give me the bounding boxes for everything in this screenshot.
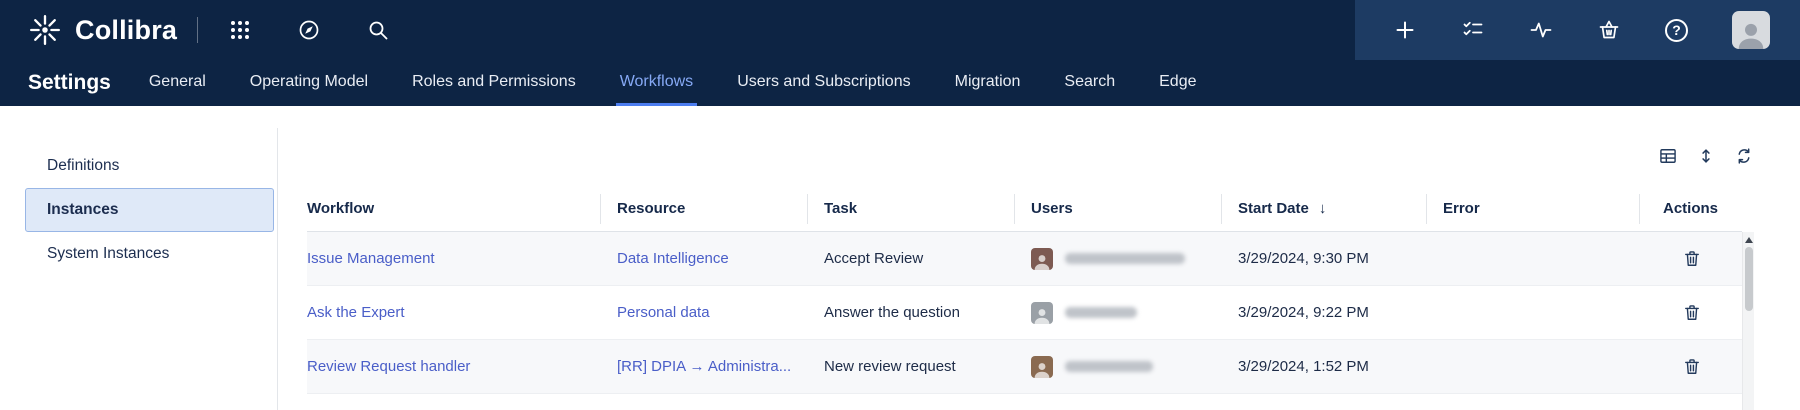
column-header-workflow[interactable]: Workflow — [307, 194, 601, 224]
help-glyph: ? — [1665, 19, 1688, 42]
column-header-task[interactable]: Task — [808, 194, 1015, 224]
table-toolbar — [307, 138, 1754, 174]
topbar-divider — [197, 17, 198, 43]
delete-instance-button[interactable] — [1682, 249, 1702, 269]
topbar-utility-panel: ? — [1355, 0, 1800, 60]
vertical-scrollbar[interactable] — [1742, 232, 1754, 410]
user-avatar — [1031, 356, 1053, 378]
table-row: Review Request handler [RR] DPIA → Admin… — [307, 340, 1742, 394]
topbar: Collibra — [0, 0, 1800, 60]
user-avatar — [1031, 302, 1053, 324]
resource-link[interactable]: Data Intelligence — [601, 250, 808, 267]
user-name-redacted — [1065, 361, 1153, 372]
users-cell — [1015, 302, 1222, 324]
user-avatar — [1031, 248, 1053, 270]
basket-icon[interactable] — [1597, 18, 1621, 42]
collibra-logo-icon[interactable] — [28, 13, 62, 47]
scrollbar-up-arrow-icon[interactable] — [1745, 237, 1753, 243]
tab-workflows[interactable]: Workflows — [616, 60, 698, 106]
resource-link[interactable]: Personal data — [601, 304, 808, 321]
tasks-checklist-icon[interactable] — [1461, 18, 1485, 42]
tab-edge[interactable]: Edge — [1155, 60, 1200, 106]
tab-operating-model[interactable]: Operating Model — [246, 60, 372, 106]
column-header-error[interactable]: Error — [1427, 194, 1640, 224]
users-cell — [1015, 356, 1222, 378]
actions-cell — [1640, 357, 1742, 377]
start-date-cell: 3/29/2024, 1:52 PM — [1222, 358, 1427, 375]
compass-icon[interactable] — [297, 18, 321, 42]
column-header-start-date[interactable]: Start Date ↓ — [1222, 194, 1427, 224]
apps-grid-icon[interactable] — [228, 18, 252, 42]
delete-instance-button[interactable] — [1682, 303, 1702, 323]
user-name-redacted — [1065, 253, 1185, 264]
page-title: Settings — [28, 60, 111, 106]
instances-content: Workflow Resource Task Users Start Date … — [278, 128, 1800, 410]
help-icon[interactable]: ? — [1665, 19, 1688, 42]
table-view-icon[interactable] — [1658, 146, 1678, 166]
user-avatar[interactable] — [1732, 11, 1770, 49]
column-header-actions: Actions — [1640, 194, 1742, 224]
instances-table: Workflow Resource Task Users Start Date … — [307, 186, 1754, 394]
main-area: Definitions Instances System Instances — [0, 106, 1800, 410]
workflow-link[interactable]: Review Request handler — [307, 358, 601, 375]
workflow-link[interactable]: Ask the Expert — [307, 304, 601, 321]
start-date-label: Start Date — [1238, 200, 1309, 217]
task-cell: Accept Review — [808, 250, 1015, 267]
settings-nav-bar: Settings General Operating Model Roles a… — [0, 60, 1800, 106]
tab-roles-and-permissions[interactable]: Roles and Permissions — [408, 60, 580, 106]
column-header-resource[interactable]: Resource — [601, 194, 808, 224]
topbar-left: Collibra — [0, 0, 390, 60]
delete-instance-button[interactable] — [1682, 357, 1702, 377]
sidebar-item-instances[interactable]: Instances — [25, 188, 274, 232]
sort-desc-icon: ↓ — [1319, 200, 1327, 217]
table-header-row: Workflow Resource Task Users Start Date … — [307, 186, 1742, 232]
add-icon[interactable] — [1393, 18, 1417, 42]
table-row: Ask the Expert Personal data Answer the … — [307, 286, 1742, 340]
search-icon[interactable] — [366, 18, 390, 42]
refresh-icon[interactable] — [1734, 146, 1754, 166]
tab-general[interactable]: General — [145, 60, 210, 106]
sort-height-icon[interactable] — [1696, 146, 1716, 166]
sidebar-item-definitions[interactable]: Definitions — [25, 144, 274, 188]
workflow-link[interactable]: Issue Management — [307, 250, 601, 267]
actions-cell — [1640, 303, 1742, 323]
sidebar-item-system-instances[interactable]: System Instances — [25, 232, 274, 276]
brand-title: Collibra — [75, 15, 177, 46]
task-cell: New review request — [808, 358, 1015, 375]
user-name-redacted — [1065, 307, 1137, 318]
scrollbar-thumb[interactable] — [1745, 247, 1753, 311]
task-cell: Answer the question — [808, 304, 1015, 321]
actions-cell — [1640, 249, 1742, 269]
tab-migration[interactable]: Migration — [951, 60, 1025, 106]
table-row: Issue Management Data Intelligence Accep… — [307, 232, 1742, 286]
topbar-nav — [228, 18, 390, 42]
sidebar: Definitions Instances System Instances — [0, 128, 278, 410]
tab-users-and-subscriptions[interactable]: Users and Subscriptions — [733, 60, 914, 106]
activity-pulse-icon[interactable] — [1529, 18, 1553, 42]
tab-search[interactable]: Search — [1060, 60, 1119, 106]
column-header-users[interactable]: Users — [1015, 194, 1222, 224]
resource-link[interactable]: [RR] DPIA → Administra... — [601, 358, 808, 375]
start-date-cell: 3/29/2024, 9:30 PM — [1222, 250, 1427, 267]
users-cell — [1015, 248, 1222, 270]
settings-tabs: General Operating Model Roles and Permis… — [145, 60, 1201, 106]
start-date-cell: 3/29/2024, 9:22 PM — [1222, 304, 1427, 321]
